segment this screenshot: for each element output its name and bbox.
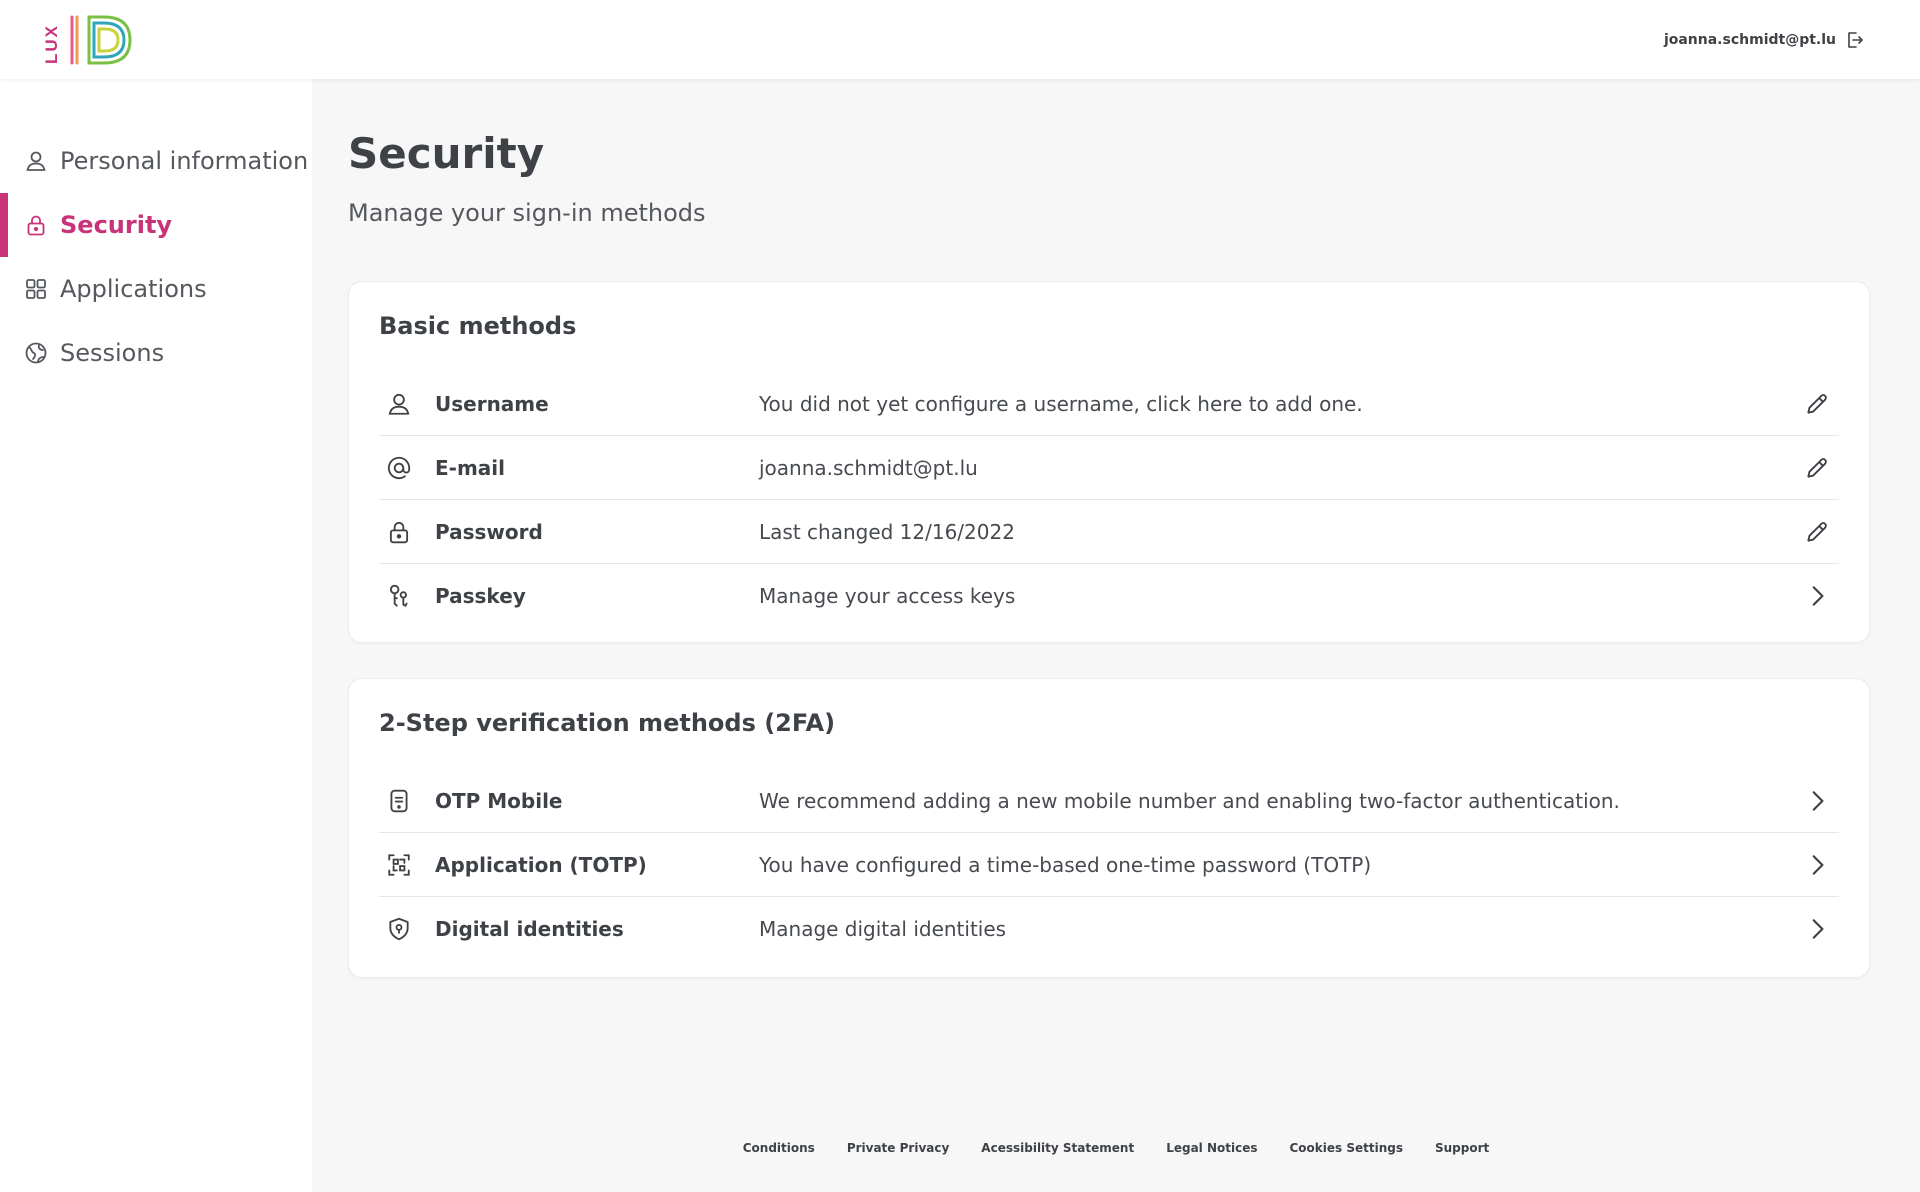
row-value: You have configured a time-based one-tim… bbox=[759, 852, 1372, 877]
row-label: Application (TOTP) bbox=[435, 852, 647, 877]
sidebar-item-security[interactable]: Security bbox=[0, 193, 312, 257]
lock-icon bbox=[24, 213, 48, 237]
logout-icon[interactable] bbox=[1846, 31, 1864, 49]
footer-link-privacy[interactable]: Private Privacy bbox=[847, 1141, 949, 1161]
user-email[interactable]: joanna.schmidt@pt.lu bbox=[1664, 32, 1836, 48]
sidebar: Personal information Security Applicatio… bbox=[0, 79, 312, 1192]
edit-icon[interactable] bbox=[1803, 390, 1831, 418]
footer-link-cookies[interactable]: Cookies Settings bbox=[1289, 1141, 1403, 1161]
twofa-methods-card: 2-Step verification methods (2FA) OTP Mo… bbox=[348, 678, 1870, 978]
sidebar-item-label: Applications bbox=[60, 275, 207, 303]
sidebar-item-label: Security bbox=[60, 211, 173, 239]
sidebar-item-personal-information[interactable]: Personal information bbox=[0, 129, 312, 193]
row-label: Password bbox=[435, 519, 543, 544]
row-label: Username bbox=[435, 391, 549, 416]
edit-icon[interactable] bbox=[1803, 518, 1831, 546]
row-label: Digital identities bbox=[435, 917, 624, 941]
row-value: Manage digital identities bbox=[759, 917, 1007, 941]
passkey-icon bbox=[386, 583, 412, 609]
user-icon bbox=[386, 391, 412, 417]
username-row[interactable]: Username You did not yet configure a use… bbox=[379, 372, 1839, 436]
svg-text:LUX: LUX bbox=[44, 24, 61, 64]
footer-link-legal[interactable]: Legal Notices bbox=[1166, 1141, 1257, 1161]
otp-mobile-row[interactable]: OTP Mobile We recommend adding a new mob… bbox=[379, 769, 1839, 833]
basic-methods-card: Basic methods Username You did not yet c… bbox=[348, 281, 1870, 643]
row-label: E-mail bbox=[435, 455, 506, 480]
mobile-otp-icon bbox=[386, 788, 412, 814]
edit-icon[interactable] bbox=[1803, 454, 1831, 482]
sidebar-item-label: Personal information bbox=[60, 147, 309, 175]
row-label: Passkey bbox=[435, 584, 526, 608]
shield-icon bbox=[386, 916, 412, 942]
footer-link-accessibility[interactable]: Acessibility Statement bbox=[981, 1141, 1134, 1161]
globe-icon bbox=[24, 341, 48, 365]
chevron-right-icon[interactable] bbox=[1803, 915, 1831, 943]
qr-scan-icon bbox=[386, 852, 412, 878]
footer-link-conditions[interactable]: Conditions bbox=[743, 1141, 815, 1161]
digital-identities-row[interactable]: Digital identities Manage digital identi… bbox=[379, 897, 1839, 961]
sidebar-item-label: Sessions bbox=[60, 339, 165, 367]
top-header: LUX joanna.schmidt@pt.lu bbox=[0, 0, 1920, 79]
row-value: joanna.schmidt@pt.lu bbox=[759, 455, 978, 480]
footer-links: Conditions Private Privacy Acessibility … bbox=[312, 1141, 1920, 1161]
at-icon bbox=[386, 455, 412, 481]
chevron-right-icon[interactable] bbox=[1803, 787, 1831, 815]
user-menu: joanna.schmidt@pt.lu bbox=[1664, 28, 1864, 52]
grid-icon bbox=[24, 277, 48, 301]
card-title: Basic methods bbox=[379, 312, 577, 340]
row-label: OTP Mobile bbox=[435, 788, 563, 813]
chevron-right-icon[interactable] bbox=[1803, 582, 1831, 610]
row-value: You did not yet configure a username, cl… bbox=[759, 391, 1363, 416]
footer-link-support[interactable]: Support bbox=[1435, 1141, 1489, 1161]
chevron-right-icon[interactable] bbox=[1803, 851, 1831, 879]
luxid-logo[interactable]: LUX bbox=[44, 14, 140, 66]
main-content: Security Manage your sign-in methods Bas… bbox=[312, 79, 1920, 1192]
row-value: Last changed 12/16/2022 bbox=[759, 519, 1015, 544]
sidebar-item-sessions[interactable]: Sessions bbox=[0, 321, 312, 385]
email-row[interactable]: E-mail joanna.schmidt@pt.lu bbox=[379, 436, 1839, 500]
sidebar-item-applications[interactable]: Applications bbox=[0, 257, 312, 321]
row-value: Manage your access keys bbox=[759, 584, 1016, 608]
totp-row[interactable]: Application (TOTP) You have configured a… bbox=[379, 833, 1839, 897]
user-icon bbox=[24, 149, 48, 173]
passkey-row[interactable]: Passkey Manage your access keys bbox=[379, 564, 1839, 628]
password-row[interactable]: Password Last changed 12/16/2022 bbox=[379, 500, 1839, 564]
page-subtitle: Manage your sign-in methods bbox=[348, 199, 706, 227]
page-title: Security bbox=[348, 129, 545, 178]
card-title: 2-Step verification methods (2FA) bbox=[379, 709, 836, 737]
row-value: We recommend adding a new mobile number … bbox=[759, 788, 1620, 813]
lock-icon bbox=[386, 519, 412, 545]
